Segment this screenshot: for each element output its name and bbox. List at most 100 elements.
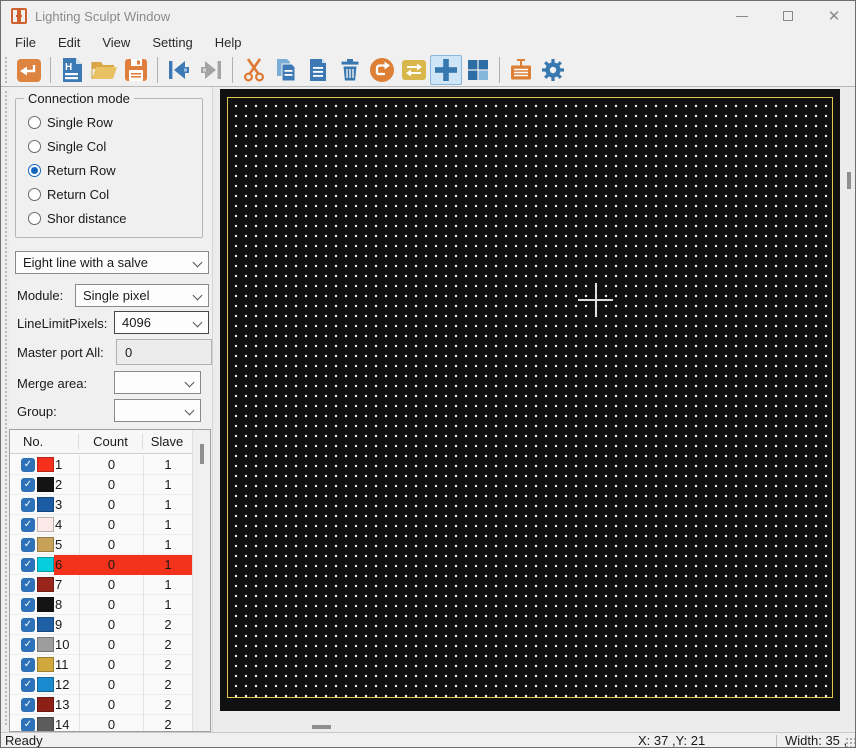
row-checkbox[interactable]: ✓ (21, 517, 35, 532)
table-row[interactable]: ✓ 11 0 2 (10, 654, 192, 675)
row-checkbox[interactable]: ✓ (21, 577, 35, 592)
table-row[interactable]: ✓ 13 0 2 (10, 694, 192, 715)
swap-button[interactable] (398, 55, 430, 85)
radio-button-icon[interactable] (28, 211, 41, 225)
row-checkbox[interactable]: ✓ (21, 597, 35, 612)
master-port-field[interactable]: 0 (116, 339, 212, 365)
svg-text:H: H (65, 62, 72, 73)
paste-button[interactable] (302, 55, 334, 85)
settings-button[interactable] (537, 55, 569, 85)
wiring-mode-select[interactable]: Eight line with a salve (15, 251, 209, 274)
radio-return-row[interactable]: Return Row (28, 161, 116, 179)
save-button[interactable] (120, 55, 152, 85)
copy-button[interactable] (270, 55, 302, 85)
radio-button-icon[interactable] (28, 163, 41, 177)
radio-button-icon[interactable] (28, 139, 41, 153)
new-file-h-icon: H (63, 57, 82, 82)
maximize-button[interactable] (765, 1, 811, 31)
status-ready: Ready (5, 733, 43, 748)
row-color-swatch (37, 537, 54, 552)
table-scrollbar-thumb[interactable] (200, 444, 204, 464)
row-slave: 2 (143, 634, 192, 655)
row-checkbox[interactable]: ✓ (21, 637, 35, 652)
return-button[interactable] (13, 55, 45, 85)
row-slave: 2 (143, 614, 192, 635)
menu-view[interactable]: View (94, 33, 138, 52)
resize-grip[interactable] (845, 737, 855, 747)
table-row[interactable]: ✓ 1 0 1 (10, 454, 192, 475)
table-row[interactable]: ✓ 6 0 1 (10, 554, 192, 575)
minimize-button[interactable] (719, 1, 765, 31)
row-count: 0 (79, 694, 143, 715)
menu-help[interactable]: Help (207, 33, 250, 52)
cut-button[interactable] (238, 55, 270, 85)
row-color-swatch (37, 697, 54, 712)
table-scrollbar[interactable] (192, 430, 210, 731)
merge-area-select[interactable] (114, 371, 201, 394)
go-last-button[interactable] (195, 55, 227, 85)
column-header-slave[interactable]: Slave (142, 434, 191, 449)
row-checkbox[interactable]: ✓ (21, 537, 35, 552)
output-device-button[interactable] (505, 55, 537, 85)
menu-edit[interactable]: Edit (50, 33, 88, 52)
chevron-down-icon (184, 377, 195, 388)
row-checkbox[interactable]: ✓ (21, 457, 35, 472)
table-row[interactable]: ✓ 8 0 1 (10, 594, 192, 615)
table-row[interactable]: ✓ 3 0 1 (10, 494, 192, 515)
radio-button-icon[interactable] (28, 115, 41, 129)
row-checkbox[interactable]: ✓ (21, 477, 35, 492)
row-color-swatch (37, 477, 54, 492)
redo-loop-icon (370, 57, 394, 82)
row-count: 0 (79, 454, 143, 475)
row-checkbox[interactable]: ✓ (21, 497, 35, 512)
canvas-hscrollbar[interactable] (213, 712, 841, 732)
table-row[interactable]: ✓ 4 0 1 (10, 514, 192, 535)
connection-mode-group: Connection mode Single Row Single Col Retu… (15, 91, 203, 238)
radio-single-row[interactable]: Single Row (28, 113, 113, 131)
table-row[interactable]: ✓ 14 0 2 (10, 714, 192, 731)
menu-file[interactable]: File (7, 33, 44, 52)
row-checkbox[interactable]: ✓ (21, 677, 35, 692)
line-limit-select[interactable]: 4096 (114, 311, 209, 334)
table-row[interactable]: ✓ 5 0 1 (10, 534, 192, 555)
row-checkbox[interactable]: ✓ (21, 697, 35, 712)
module-select[interactable]: Single pixel (75, 284, 209, 307)
settings-gear-icon (542, 58, 564, 81)
row-number: 12 (55, 677, 70, 692)
delete-button[interactable] (334, 55, 366, 85)
table-row[interactable]: ✓ 9 0 2 (10, 614, 192, 635)
crosshair-tool-button[interactable] (430, 54, 462, 85)
open-folder-button[interactable] (88, 55, 120, 85)
radio-return-col[interactable]: Return Col (28, 185, 109, 203)
table-row[interactable]: ✓ 2 0 1 (10, 474, 192, 495)
column-header-no[interactable]: No. (10, 434, 78, 449)
go-first-button[interactable] (163, 55, 195, 85)
row-checkbox[interactable]: ✓ (21, 617, 35, 632)
led-canvas[interactable] (220, 89, 840, 711)
minimize-icon (736, 15, 748, 17)
canvas-hscrollbar-thumb[interactable] (312, 725, 331, 729)
row-checkbox[interactable]: ✓ (21, 717, 35, 731)
canvas-vscrollbar-thumb[interactable] (847, 172, 851, 189)
new-file-button[interactable]: H (56, 55, 88, 85)
redo-loop-button[interactable] (366, 55, 398, 85)
group-select[interactable] (114, 399, 201, 422)
table-row[interactable]: ✓ 10 0 2 (10, 634, 192, 655)
menu-setting[interactable]: Setting (144, 33, 200, 52)
radio-button-icon[interactable] (28, 187, 41, 201)
radio-shor-distance[interactable]: Shor distance (28, 209, 127, 227)
radio-label: Single Row (47, 114, 113, 130)
row-checkbox[interactable]: ✓ (21, 657, 35, 672)
grid-blocks-button[interactable] (462, 55, 494, 85)
table-row[interactable]: ✓ 12 0 2 (10, 674, 192, 695)
chevron-down-icon (184, 405, 195, 416)
column-header-count[interactable]: Count (78, 434, 142, 449)
row-number: 8 (55, 597, 63, 612)
table-row[interactable]: ✓ 7 0 1 (10, 574, 192, 595)
close-button[interactable]: ✕ (811, 1, 855, 31)
row-checkbox[interactable]: ✓ (21, 557, 35, 572)
canvas-vscrollbar[interactable] (840, 87, 855, 732)
row-count: 0 (79, 594, 143, 615)
radio-single-col[interactable]: Single Col (28, 137, 106, 155)
line-limit-value: 4096 (122, 315, 151, 330)
